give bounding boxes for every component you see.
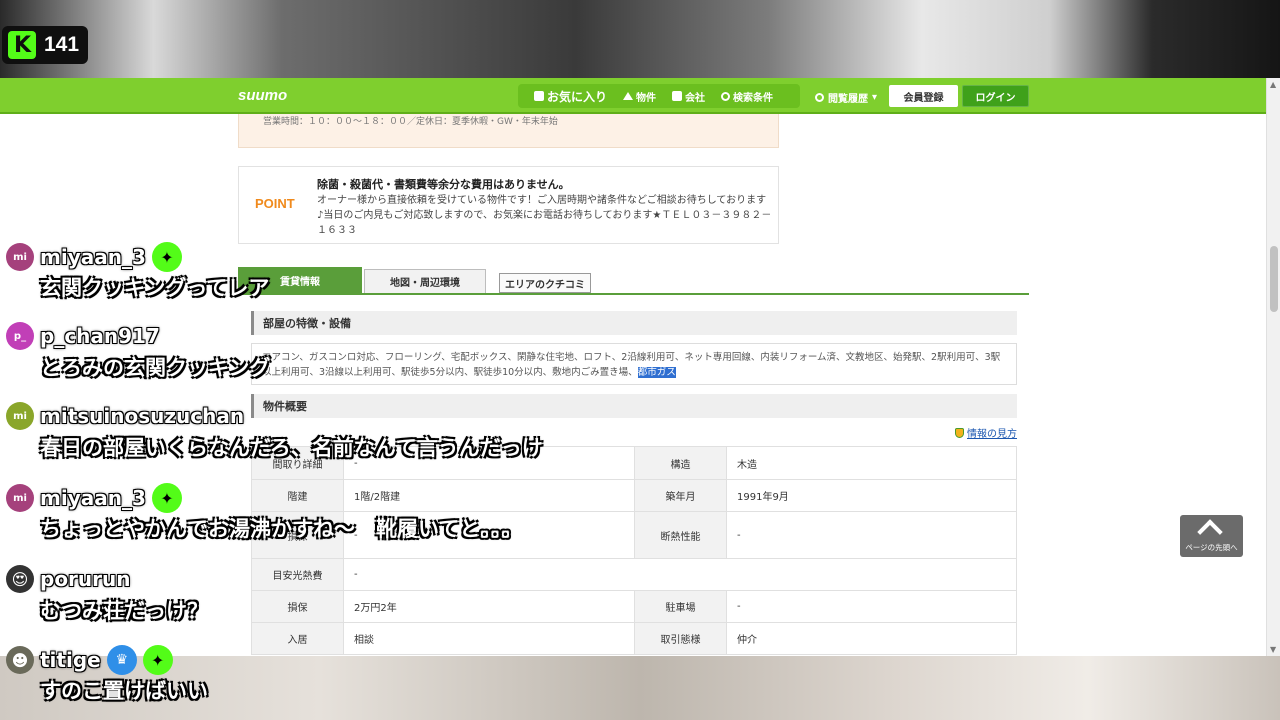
browser-page: suumo お気に入り 物件 会社 検索条件 閲覧履歴 ▾ 会員登録 ログイン 営…	[0, 78, 1280, 656]
scroll-up-icon[interactable]: ▲	[1270, 80, 1276, 89]
spec-key: 目安光熱費	[251, 558, 344, 591]
nav-search-conditions[interactable]: 検索条件	[721, 89, 773, 104]
favorites-icon	[534, 91, 544, 101]
info-help-link[interactable]: 情報の見方	[955, 425, 1017, 440]
kick-logo-icon	[8, 31, 36, 59]
house-icon	[623, 92, 634, 100]
page-top-button[interactable]: ページの先頭へ	[1180, 515, 1243, 557]
table-row: 損保 - 断熱性能 -	[251, 511, 1017, 559]
features-text: エアコン、ガスコンロ対応、フローリング、宅配ボックス、閑静な住宅地、ロフト、2沿…	[262, 352, 1001, 378]
spec-key: 入居	[251, 622, 344, 655]
history-menu[interactable]: 閲覧履歴 ▾	[815, 90, 877, 105]
chevron-up-icon	[1197, 519, 1223, 545]
page-scrollbar[interactable]: ▲ ▼	[1266, 78, 1280, 656]
spec-value: 相談	[343, 622, 635, 655]
search-icon	[721, 91, 731, 101]
spec-value: 2万円2年	[343, 590, 635, 623]
suumo-logo[interactable]: suumo	[238, 87, 287, 104]
overview-heading: 物件概要	[251, 394, 1017, 418]
table-row: 損保 2万円2年 駐車場 -	[251, 590, 1017, 623]
features-highlight: 都市ガス	[637, 367, 676, 378]
nav-property[interactable]: 物件	[623, 89, 656, 104]
spec-key: 築年月	[634, 479, 727, 512]
point-body: オーナー様から直接依頼を受けている物件です！ご入居時期や諸条件などご相談お待ちし…	[317, 195, 772, 236]
spec-key: 損保	[251, 511, 344, 559]
spec-key: 損保	[251, 590, 344, 623]
nav-company[interactable]: 会社	[672, 89, 705, 104]
login-button[interactable]: ログイン	[962, 85, 1029, 107]
scrollbar-thumb[interactable]	[1270, 246, 1278, 312]
spec-key: 構造	[634, 446, 727, 480]
viewer-count: 141	[44, 33, 80, 56]
register-button[interactable]: 会員登録	[889, 85, 958, 107]
spec-value: -	[343, 511, 635, 559]
spec-value: 1991年9月	[726, 479, 1017, 512]
point-title: 除菌・殺菌代・書類費等余分な費用はありません。	[317, 178, 570, 191]
spec-value: 木造	[726, 446, 1017, 480]
table-row: 入居 相談 取引態様 仲介	[251, 622, 1017, 655]
property-overview-table: 間取り詳細 - 構造 木造 階建 1階/2階建 築年月 1991年9月 損保 -…	[251, 446, 1017, 655]
spec-value: -	[726, 511, 1017, 559]
building-icon	[672, 91, 683, 101]
suumo-header: suumo お気に入り 物件 会社 検索条件 閲覧履歴 ▾ 会員登録 ログイン	[0, 78, 1266, 114]
spec-key: 間取り詳細	[251, 446, 344, 480]
spec-value: -	[343, 558, 1017, 591]
webcam-bottom-strip	[0, 656, 1280, 720]
features-list: エアコン、ガスコンロ対応、フローリング、宅配ボックス、閑静な住宅地、ロフト、2沿…	[251, 343, 1017, 385]
point-label: POINT	[255, 196, 295, 211]
point-box: POINT 除菌・殺菌代・書類費等余分な費用はありません。 オーナー様から直接依…	[238, 166, 779, 244]
business-hours-box: 営業時間：１０：００〜１８：００／定休日：夏季休暇・GW・年末年始	[238, 114, 779, 148]
spec-value: -	[726, 590, 1017, 623]
clock-icon	[815, 93, 824, 102]
table-row: 間取り詳細 - 構造 木造	[251, 446, 1017, 480]
spec-key: 駐車場	[634, 590, 727, 623]
features-heading: 部屋の特徴・設備	[251, 311, 1017, 335]
spec-key: 断熱性能	[634, 511, 727, 559]
spec-key: 階建	[251, 479, 344, 512]
tab-map[interactable]: 地図・周辺環境	[364, 269, 486, 293]
table-row: 目安光熱費 -	[251, 558, 1017, 591]
main-nav: お気に入り 物件 会社 検索条件	[518, 84, 800, 108]
table-row: 階建 1階/2階建 築年月 1991年9月	[251, 479, 1017, 512]
scroll-down-icon[interactable]: ▼	[1270, 645, 1276, 654]
business-hours-text: 営業時間：１０：００〜１８：００／定休日：夏季休暇・GW・年末年始	[263, 117, 558, 127]
viewer-count-badge: 141	[2, 26, 88, 64]
detail-tabs: 賃貸情報 地図・周辺環境 エリアのクチコミ	[238, 267, 1029, 295]
page-top-label: ページの先頭へ	[1185, 543, 1238, 552]
webcam-top-strip	[0, 0, 1280, 78]
beginner-mark-icon	[955, 427, 964, 438]
spec-value: -	[343, 446, 635, 480]
spec-key: 取引態様	[634, 622, 727, 655]
tab-area-reviews[interactable]: エリアのクチコミ	[499, 273, 591, 293]
nav-favorites[interactable]: お気に入り	[534, 88, 607, 105]
spec-value: 1階/2階建	[343, 479, 635, 512]
spec-value: 仲介	[726, 622, 1017, 655]
tab-rental-info[interactable]: 賃貸情報	[238, 267, 362, 293]
caret-down-icon: ▾	[872, 92, 878, 103]
